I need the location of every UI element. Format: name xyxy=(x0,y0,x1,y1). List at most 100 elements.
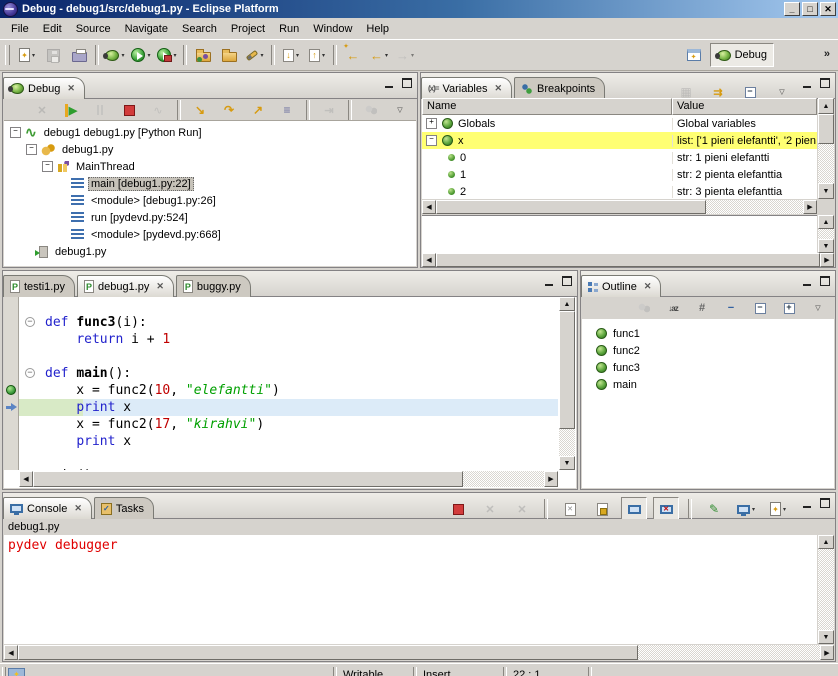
scroll-down-icon[interactable]: ▼ xyxy=(818,630,834,644)
variable-row[interactable]: 2str: 3 pienta elefanttia xyxy=(422,183,817,199)
tree-row[interactable]: −debug1.py xyxy=(4,141,416,158)
title-bar[interactable]: Debug - debug1/src/debug1.py - Eclipse P… xyxy=(0,0,838,18)
perspective-overflow-chevron[interactable]: » xyxy=(824,48,830,60)
close-icon[interactable]: ✕ xyxy=(156,281,164,292)
open-perspective-button[interactable]: ✦ xyxy=(681,43,707,67)
tab-testi1-py[interactable]: P testi1.py xyxy=(3,275,75,297)
code-line[interactable]: main() xyxy=(19,467,558,470)
scroll-down-icon[interactable]: ▼ xyxy=(818,183,834,199)
forward-dropdown[interactable]: ▾ xyxy=(411,52,414,59)
variables-detail-pane[interactable] xyxy=(422,215,817,254)
new-wizard-button[interactable]: ✦▾ xyxy=(14,43,40,67)
next-annotation-dropdown[interactable]: ▾ xyxy=(296,52,299,59)
detail-hscrollbar[interactable]: ◀ ▶ xyxy=(422,253,834,267)
scroll-up-icon[interactable]: ▲ xyxy=(818,215,834,229)
scroll-up-icon[interactable]: ▲ xyxy=(818,98,834,114)
expander-minus-icon[interactable]: − xyxy=(26,144,37,155)
back-dropdown[interactable]: ▾ xyxy=(385,52,388,59)
suspend-button[interactable] xyxy=(87,98,113,122)
save-button[interactable] xyxy=(40,43,66,67)
scroll-left-icon[interactable]: ◀ xyxy=(422,200,436,214)
tab-outline[interactable]: Outline ✕ xyxy=(581,275,661,297)
scroll-left-icon[interactable]: ◀ xyxy=(19,471,33,487)
menu-search[interactable]: Search xyxy=(175,21,224,37)
close-icon[interactable]: ✕ xyxy=(74,503,82,514)
scroll-left-icon[interactable]: ◀ xyxy=(422,253,436,267)
code-line[interactable]: print x xyxy=(19,399,558,416)
console-vscrollbar[interactable]: ▲ ▼ xyxy=(818,535,834,644)
outline-item-func2[interactable]: func2 xyxy=(596,342,834,359)
pin-console-button[interactable] xyxy=(621,497,647,521)
tab-debug1-py[interactable]: P debug1.py ✕ xyxy=(77,275,174,297)
run-launch-button[interactable]: ▾ xyxy=(128,43,154,67)
minimize-view-button[interactable] xyxy=(801,78,813,89)
profile-button[interactable] xyxy=(358,98,384,122)
scrollbar-thumb[interactable] xyxy=(818,114,834,144)
scroll-right-icon[interactable]: ▶ xyxy=(803,200,817,214)
menu-window[interactable]: Window xyxy=(306,21,359,37)
expander-minus-icon[interactable]: − xyxy=(42,161,53,172)
close-icon[interactable]: ✕ xyxy=(495,83,503,94)
code-line[interactable] xyxy=(19,297,558,314)
code-line[interactable]: return i + 1 xyxy=(19,331,558,348)
code-line[interactable] xyxy=(19,348,558,365)
tab-buggy-py[interactable]: P buggy.py xyxy=(176,275,251,297)
variable-row[interactable]: +GlobalsGlobal variables xyxy=(422,115,817,132)
search-button[interactable]: ▾ xyxy=(242,43,268,67)
back-button[interactable]: ←▾ xyxy=(366,43,392,67)
view-menu-button[interactable]: ▽ xyxy=(387,98,413,122)
fast-view-icon[interactable]: ✦ xyxy=(8,668,25,676)
expander-plus-icon[interactable]: + xyxy=(426,118,437,129)
tree-row[interactable]: <module> [pydevd.py:668] xyxy=(4,226,416,243)
scrollbar-thumb[interactable] xyxy=(436,253,820,267)
console-hscrollbar[interactable]: ◀ ▶ xyxy=(4,645,834,660)
annotation-ruler[interactable] xyxy=(4,297,19,470)
menu-file[interactable]: File xyxy=(4,21,36,37)
minimize-view-button[interactable] xyxy=(801,276,813,287)
tree-row[interactable]: debug1.py xyxy=(4,243,416,260)
scrollbar-thumb[interactable] xyxy=(18,645,638,660)
tree-row[interactable]: −∿debug1 debug1.py [Python Run] xyxy=(4,124,416,141)
debug-perspective-button[interactable]: Debug xyxy=(710,43,774,67)
tree-row[interactable]: −MainThread xyxy=(4,158,416,175)
open-resource-button[interactable] xyxy=(216,43,242,67)
fold-collapse-icon[interactable]: − xyxy=(25,317,35,327)
close-icon[interactable]: ✕ xyxy=(644,281,652,292)
code-line[interactable]: print x xyxy=(19,433,558,450)
print-button[interactable] xyxy=(66,43,92,67)
hide-comments-button[interactable]: # xyxy=(689,296,715,320)
remove-all-launches-button[interactable]: ✕ xyxy=(509,497,535,521)
new-wizard-dropdown[interactable]: ▾ xyxy=(32,52,35,59)
new-console-button[interactable]: ✦▾ xyxy=(765,497,791,521)
sort-alphabetically-button[interactable]: ↓az xyxy=(660,296,686,320)
terminate-button[interactable] xyxy=(116,98,142,122)
variables-hscrollbar[interactable]: ◀ ▶ xyxy=(422,200,817,214)
close-icon[interactable]: ✕ xyxy=(67,83,75,94)
external-tools-button[interactable]: ▾ xyxy=(154,43,180,67)
scroll-down-icon[interactable]: ▼ xyxy=(818,239,834,253)
external-tools-dropdown[interactable]: ▾ xyxy=(173,52,176,59)
minimize-view-button[interactable] xyxy=(801,498,813,509)
resume-button[interactable]: ▶ xyxy=(58,98,84,122)
remove-all-terminated-button[interactable]: ✕ xyxy=(29,98,55,122)
scrollbar-thumb[interactable] xyxy=(33,471,463,487)
menu-edit[interactable]: Edit xyxy=(36,21,69,37)
terminate-button[interactable] xyxy=(445,497,471,521)
scroll-down-icon[interactable]: ▼ xyxy=(559,456,575,470)
debug-launch-button[interactable]: ▾ xyxy=(102,43,128,67)
toolbar-grip[interactable] xyxy=(5,45,10,65)
code-line[interactable]: def main(): xyxy=(19,365,558,382)
scroll-right-icon[interactable]: ▶ xyxy=(820,253,834,267)
display-selected-console-button[interactable]: ▾ xyxy=(733,497,759,521)
display-selected-console-dropdown[interactable]: ▾ xyxy=(752,506,755,513)
breakpoint-icon[interactable] xyxy=(6,385,16,395)
debug-launch-dropdown[interactable]: ▾ xyxy=(121,52,124,59)
minimize-view-button[interactable] xyxy=(543,276,555,287)
editor-vscrollbar[interactable]: ▲ ▼ xyxy=(559,297,575,470)
previous-annotation-button[interactable]: ↑▾ xyxy=(304,43,330,67)
outline-item-func1[interactable]: func1 xyxy=(596,325,834,342)
maximize-button[interactable]: □ xyxy=(802,2,818,16)
tab-tasks[interactable]: ✓ Tasks xyxy=(94,497,154,519)
drop-to-frame-button[interactable]: ⇥ xyxy=(316,98,342,122)
menu-navigate[interactable]: Navigate xyxy=(118,21,175,37)
